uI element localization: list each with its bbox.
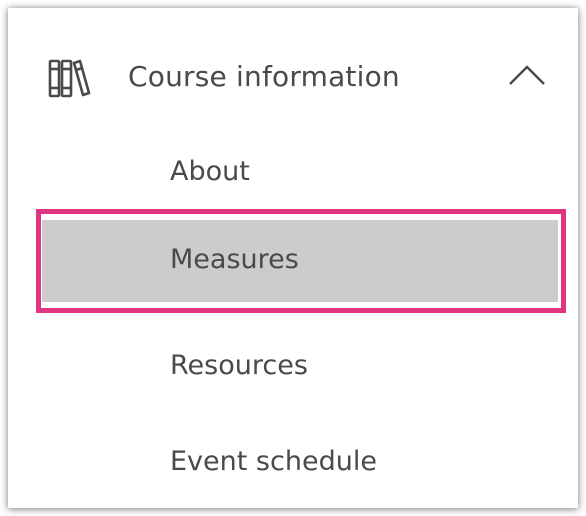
books-icon (48, 59, 91, 98)
section-title: Course information (128, 60, 400, 93)
chevron-up-icon[interactable] (508, 64, 546, 86)
course-information-toggle[interactable]: Course information (8, 38, 578, 118)
nav-item-resources[interactable]: Resources (8, 326, 578, 412)
course-nav-panel: Course information About Measures Resour… (8, 8, 578, 508)
nav-item-label: Measures (170, 244, 299, 275)
nav-item-label: Event schedule (170, 446, 377, 477)
nav-item-about[interactable]: About (8, 132, 578, 218)
nav-item-label: About (170, 156, 250, 187)
nav-item-event-schedule[interactable]: Event schedule (8, 422, 578, 508)
nav-item-measures[interactable]: Measures (42, 220, 558, 302)
nav-item-label: Resources (170, 350, 308, 381)
